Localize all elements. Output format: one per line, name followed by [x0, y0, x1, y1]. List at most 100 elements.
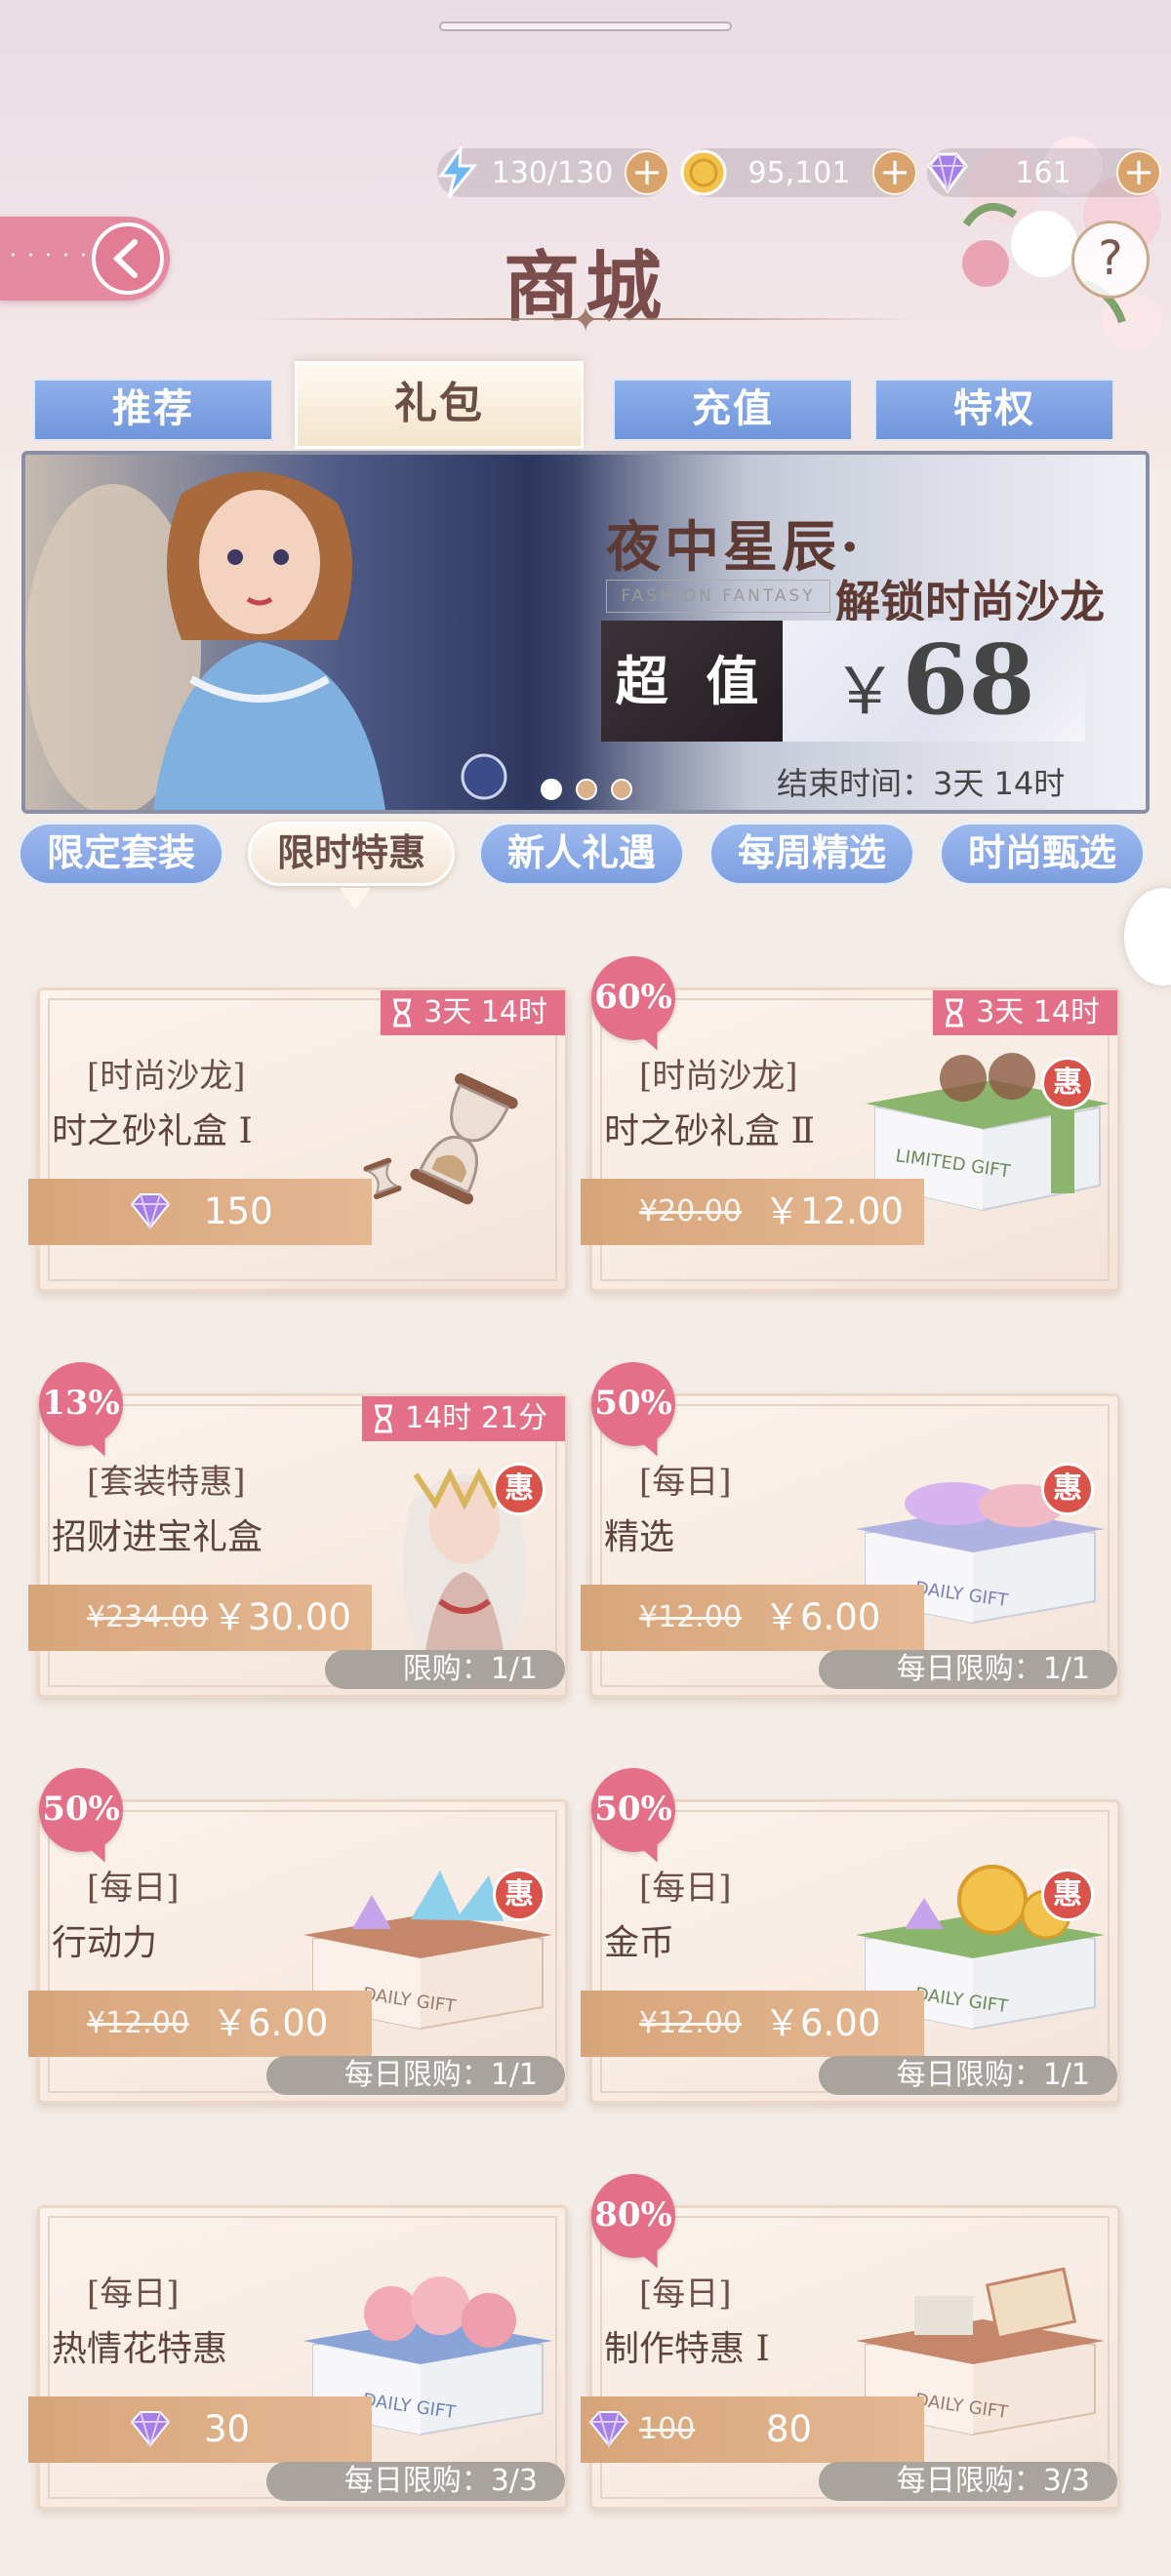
timer-text: 3天 14时	[424, 995, 547, 1029]
gift-card[interactable]: [每日] 热情花特惠 DAILY GIFT 30 每日限购：3/3	[28, 2205, 568, 2510]
subtab-newcomer[interactable]: 新人礼遇	[478, 822, 685, 886]
gift-card[interactable]: [每日] 金币 DAILY GIFT 惠 ¥12.00 ￥6.00 每日限购：1…	[581, 1799, 1120, 2104]
gift-card[interactable]: 3天 14时 [时尚沙龙] 时之砂礼盒 Ⅰ 150	[28, 987, 568, 1292]
add-gold-button[interactable]: +	[872, 150, 917, 195]
chevron-left-icon	[92, 222, 164, 295]
gold-counter: 95,101 +	[680, 148, 917, 197]
carousel-dot[interactable]	[541, 779, 562, 800]
main-tab-bar: 推荐 礼包 充值 特权	[0, 361, 1171, 455]
purchase-limit: 每日限购：1/1	[818, 1650, 1117, 1689]
item-name: 行动力	[52, 1923, 158, 1963]
discount-seal: 惠	[1041, 1057, 1094, 1109]
character-illustration	[25, 471, 507, 810]
tab-gift-pack[interactable]: 礼包	[295, 361, 584, 449]
discount-seal: 惠	[493, 1463, 545, 1515]
add-stamina-button[interactable]: +	[625, 150, 669, 195]
timer-text: 14时 21分	[405, 1401, 547, 1435]
item-name: 制作特惠 Ⅰ	[604, 2329, 770, 2369]
purchase-limit: 每日限购：3/3	[265, 2462, 565, 2501]
side-floating-button[interactable]	[1124, 888, 1171, 986]
discount-seal: 惠	[1041, 1869, 1094, 1921]
sub-tab-bar: 限定套装 限时特惠 新人礼遇 每周精选 时尚甄选	[0, 822, 1171, 896]
tab-recommend[interactable]: 推荐	[33, 379, 273, 441]
buy-button[interactable]: ¥20.00 ￥12.00	[581, 1179, 924, 1245]
buy-button[interactable]: ¥12.00 ￥6.00	[28, 1991, 372, 2057]
buy-button[interactable]: ¥234.00 ￥30.00	[28, 1585, 372, 1651]
discount-seal: 惠	[1041, 1463, 1094, 1515]
hourglass-item-image	[363, 1072, 518, 1205]
item-name: 时之砂礼盒 Ⅰ	[52, 1111, 253, 1151]
purchase-limit: 每日限购：1/1	[265, 2056, 565, 2095]
diamond-icon	[130, 2411, 171, 2449]
gift-card[interactable]: 14时 21分 [套装特惠] 招财进宝礼盒 惠 ¥234.00 ￥30.00 限…	[28, 1393, 568, 1698]
hourglass-icon	[375, 1404, 393, 1433]
buy-button[interactable]: 100 80	[581, 2396, 924, 2463]
purchase-limit: 限购：1/1	[324, 1650, 565, 1689]
diamond-icon	[927, 152, 968, 194]
carousel-dot[interactable]	[611, 779, 632, 800]
buy-button[interactable]: ¥12.00 ￥6.00	[581, 1585, 924, 1651]
original-price: ¥12.00	[639, 2006, 742, 2040]
currency-symbol: ￥	[832, 654, 898, 729]
buy-button[interactable]: 30	[28, 2396, 372, 2463]
discount-badge: 50%	[591, 1768, 675, 1852]
diamond-price: 150	[204, 1190, 273, 1232]
gift-card[interactable]: [每日] 精选 DAILY GIFT 惠 ¥12.00 ￥6.00 每日限购：1…	[581, 1393, 1120, 1698]
gold-value: 95,101	[747, 156, 851, 190]
gift-card[interactable]: [每日] 制作特惠 Ⅰ DAILY GIFT 100 80 每日限购：3/3	[581, 2205, 1120, 2510]
sparkle-icon: ✦	[571, 301, 601, 341]
sale-price: ￥6.00	[764, 2002, 881, 2044]
active-subtab-pointer	[340, 888, 371, 909]
banner-end-time: 结束时间：3天 14时	[777, 765, 1066, 802]
subtab-fashion-select[interactable]: 时尚甄选	[939, 822, 1146, 886]
tab-privilege[interactable]: 特权	[874, 379, 1114, 441]
banner-en-text: FASHION FANTASY	[606, 580, 830, 613]
original-price: 100	[639, 2412, 696, 2446]
buy-button[interactable]: 150	[28, 1179, 372, 1245]
original-price: ¥12.00	[639, 1600, 742, 1634]
tab-recharge[interactable]: 充值	[613, 379, 853, 441]
discount-badge: 80%	[591, 2174, 675, 2258]
original-price: ¥12.00	[87, 2006, 189, 2040]
timer-text: 3天 14时	[976, 995, 1100, 1029]
timer-badge: 3天 14时	[381, 990, 565, 1035]
timer-badge: 3天 14时	[933, 990, 1117, 1035]
timer-badge: 14时 21分	[362, 1396, 565, 1441]
diamond-price: 80	[766, 2408, 813, 2450]
subtab-limited-time-deals[interactable]: 限时特惠	[248, 822, 455, 886]
discount-badge: 60%	[591, 956, 675, 1040]
item-category: [每日]	[639, 1869, 732, 1908]
gift-card[interactable]: 3天 14时 [时尚沙龙] 时之砂礼盒 Ⅱ LIMITED GIFT 惠 ¥20…	[581, 987, 1120, 1292]
gold-coin-icon	[680, 149, 727, 196]
gift-card[interactable]: [每日] 行动力 DAILY GIFT 惠 ¥12.00 ￥6.00 每日限购：…	[28, 1799, 568, 2104]
promo-banner[interactable]: 夜中星辰· FASHION FANTASY 解锁时尚沙龙 超 值 ￥ 68 结束…	[21, 451, 1150, 814]
item-name: 招财进宝礼盒	[52, 1517, 263, 1557]
item-name: 热情花特惠	[52, 2329, 228, 2369]
back-button[interactable]: · · · · ·	[0, 217, 170, 301]
value-badge: 超 值	[601, 621, 783, 742]
buy-button[interactable]: ¥12.00 ￥6.00	[581, 1991, 924, 2057]
banner-price: ￥ 68	[783, 621, 1085, 742]
add-diamond-button[interactable]: +	[1116, 150, 1161, 195]
carousel-dot[interactable]	[576, 779, 597, 800]
sale-price: ￥6.00	[212, 2002, 329, 2044]
help-button[interactable]: ?	[1071, 221, 1150, 299]
subtab-weekly[interactable]: 每周精选	[708, 822, 915, 886]
diamond-icon	[130, 1193, 171, 1231]
hourglass-icon	[393, 998, 412, 1027]
subtab-limited-sets[interactable]: 限定套装	[18, 822, 224, 886]
diamond-price: 30	[204, 2408, 251, 2450]
stamina-counter: 130/130 +	[437, 146, 669, 198]
item-category: [每日]	[639, 1463, 732, 1502]
price-amount: 68	[902, 624, 1035, 737]
item-name: 金币	[604, 1923, 675, 1963]
diamond-value: 161	[1015, 156, 1071, 190]
discount-badge: 50%	[591, 1362, 675, 1446]
purchase-limit: 每日限购：1/1	[818, 2056, 1117, 2095]
item-category: [时尚沙龙]	[639, 1057, 798, 1096]
item-category: [每日]	[87, 2274, 180, 2314]
item-category: [每日]	[87, 1869, 180, 1908]
sale-price: ￥30.00	[212, 1596, 351, 1638]
discount-badge: 13%	[39, 1362, 123, 1446]
original-price: ¥234.00	[87, 1600, 209, 1634]
